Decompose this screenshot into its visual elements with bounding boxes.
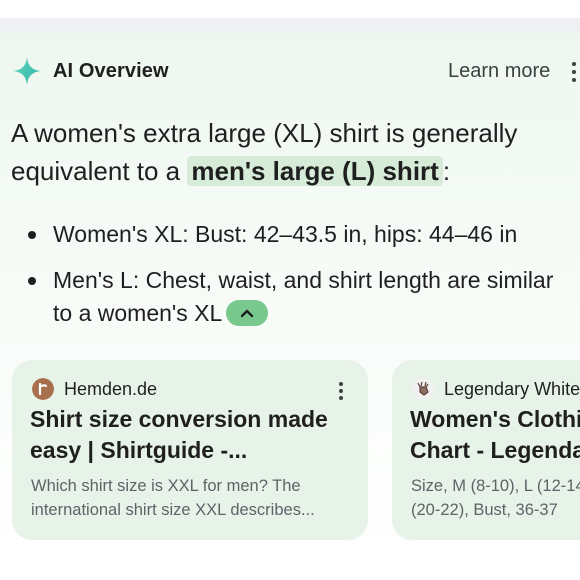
- source-row: Hemden.de: [32, 376, 362, 402]
- ai-spark-icon: [13, 57, 41, 85]
- deer-favicon-icon: [412, 378, 434, 400]
- chevron-up-icon: [241, 309, 254, 318]
- card-title-line1: Women's Clothing Size: [410, 406, 580, 432]
- ai-overview-header: AI Overview Learn more: [0, 32, 580, 116]
- bullet-dot: [28, 277, 36, 285]
- card-title-line2: easy | Shirtguide -...: [30, 437, 248, 463]
- bullet-text: Women's XL: Bust: 42–43.5 in, hips: 44–4…: [53, 221, 518, 247]
- bullet-text: Men's L: Chest, waist, and shirt length …: [53, 267, 554, 293]
- top-strip: [0, 0, 580, 20]
- source-row: Legendary Whitetails: [412, 376, 580, 402]
- section-divider: [0, 18, 580, 32]
- card-snippet-line2: (20-22), Bust, 36-37: [411, 501, 558, 519]
- card-snippet-line1: Size, M (8-10), L (12-14): [411, 477, 580, 495]
- overview-summary: A women's extra large (XL) shirt is gene…: [11, 114, 571, 190]
- ai-overview-title: AI Overview: [53, 60, 169, 82]
- ai-overview-panel: AI Overview Learn more A women's extra l…: [0, 32, 580, 560]
- bullet-dot: [28, 231, 36, 239]
- card-snippet: Size, M (8-10), L (12-14) (20-22), Bust,…: [411, 474, 580, 522]
- card-title-line1: Shirt size conversion made: [30, 406, 328, 432]
- bullet-text-continued: to a women's XL: [53, 297, 269, 330]
- summary-colon: :: [442, 156, 451, 186]
- hemden-favicon-icon: [32, 378, 54, 400]
- source-name: Legendary Whitetails: [444, 379, 580, 399]
- source-card[interactable]: Legendary Whitetails Women's Clothing Si…: [392, 360, 580, 540]
- card-snippet: Which shirt size is XXL for men? The int…: [31, 474, 361, 522]
- card-title[interactable]: Shirt size conversion made easy | Shirtg…: [30, 404, 360, 466]
- source-card[interactable]: Hemden.de Shirt size conversion made eas…: [12, 360, 368, 540]
- card-title-line2: Chart - Legendary: [410, 437, 580, 463]
- summary-highlight: men's large (L) shirt: [187, 156, 443, 186]
- source-name: Hemden.de: [64, 379, 158, 399]
- more-vert-icon[interactable]: [339, 382, 344, 403]
- collapse-button[interactable]: [226, 299, 269, 326]
- learn-more-link[interactable]: Learn more: [448, 60, 550, 83]
- bullet-text-line2: to a women's XL: [53, 300, 223, 326]
- card-snippet-line1: Which shirt size is XXL for men? The: [31, 477, 301, 495]
- more-vert-icon[interactable]: [572, 62, 578, 82]
- card-title[interactable]: Women's Clothing Size Chart - Legendary: [410, 404, 580, 466]
- card-snippet-line2: international shirt size XXL describes..…: [31, 501, 315, 519]
